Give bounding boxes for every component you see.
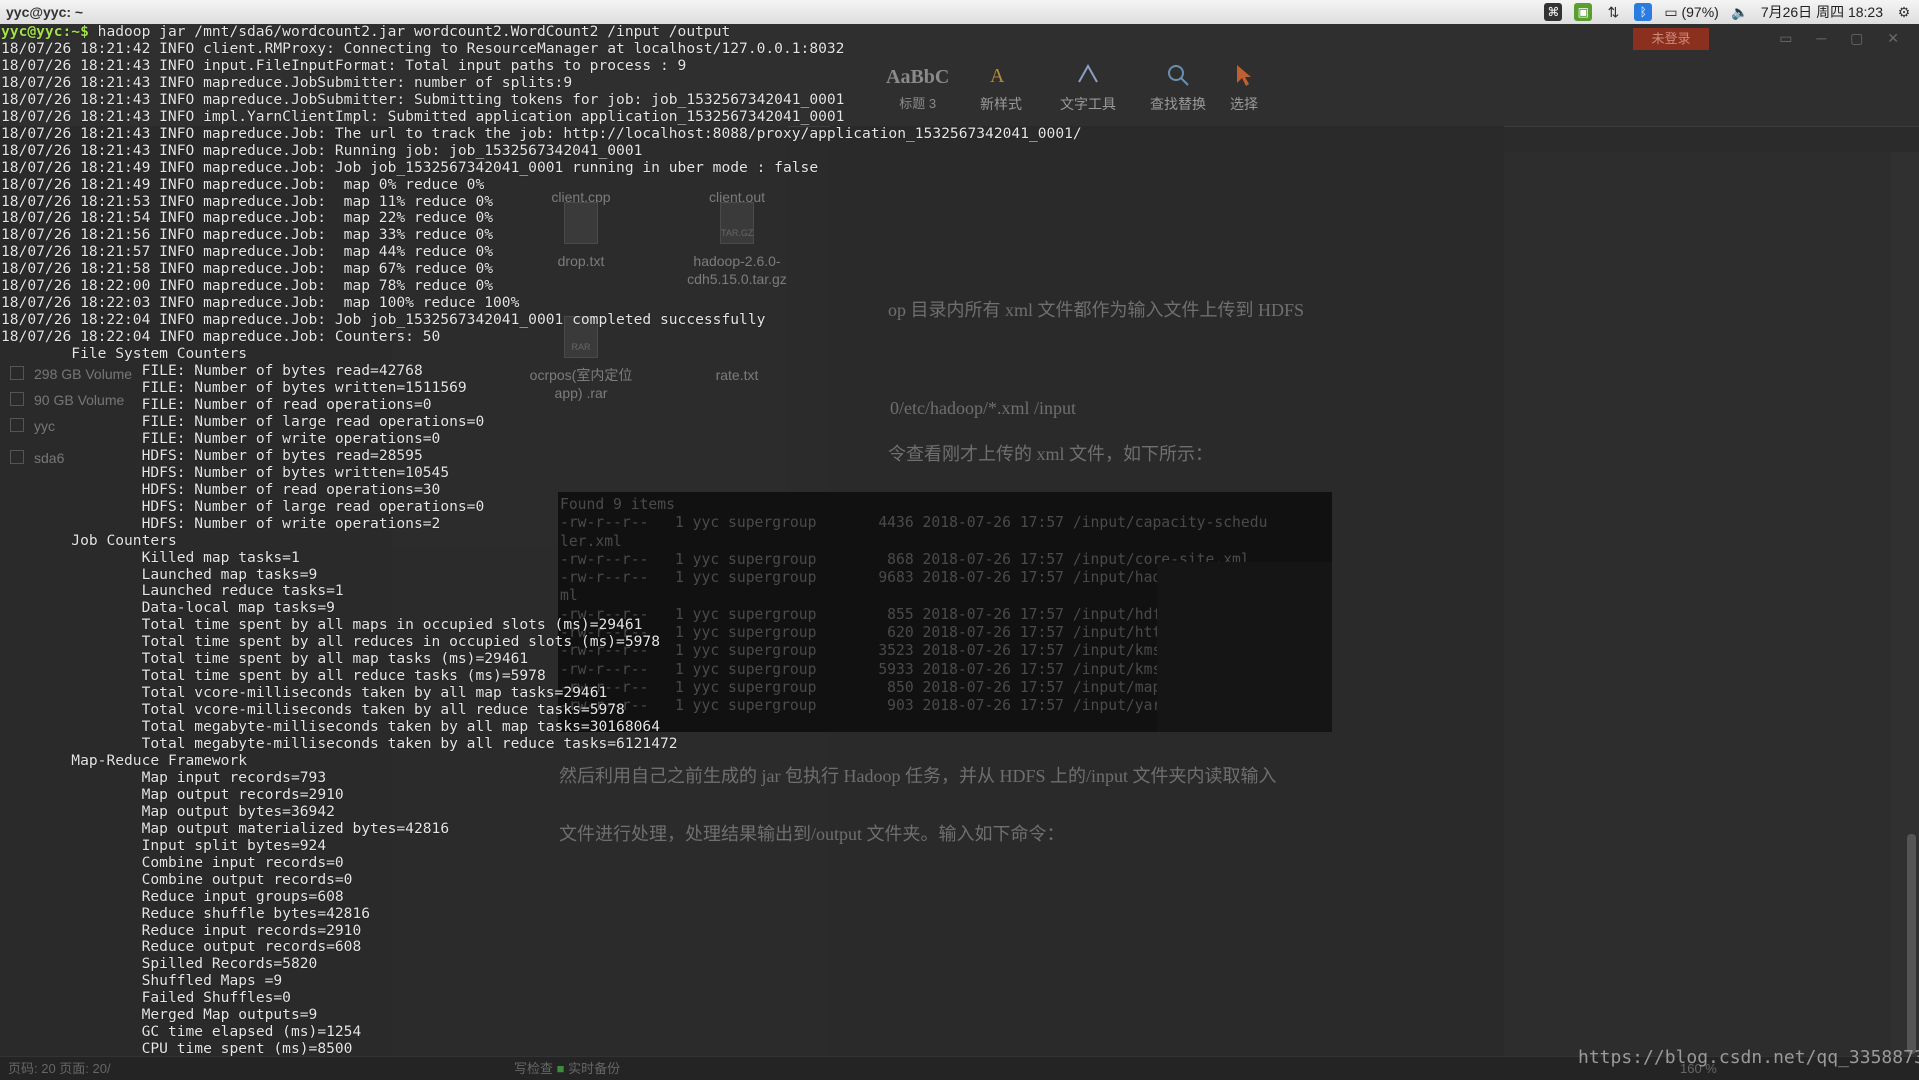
settings-gear-icon[interactable]: ⚙ bbox=[1895, 3, 1913, 21]
watermark: https://blog.csdn.net/qq_33588730 bbox=[1578, 1047, 1919, 1068]
terminal-window[interactable]: yyc@yyc:~$ hadoop jar /mnt/sda6/wordcoun… bbox=[0, 23, 1919, 1079]
page-indicator: 页码: 20 页面: 20/ bbox=[8, 1061, 111, 1076]
backup-dot-icon: ■ bbox=[556, 1061, 565, 1076]
battery-indicator[interactable]: ▭ (97%) bbox=[1664, 0, 1718, 24]
window-title: yyc@yyc: ~ bbox=[6, 4, 84, 20]
keyboard-icon[interactable]: ⌘ bbox=[1544, 3, 1563, 21]
bluetooth-icon[interactable]: ᛒ bbox=[1634, 3, 1653, 21]
spell-check-label[interactable]: 写检查 bbox=[514, 1061, 553, 1076]
system-tray: ⌘ ▣ ⇅ ᛒ ▭ (97%) 🔈 7月26日 周四 18:23 ⚙ bbox=[1544, 0, 1913, 24]
system-top-bar: yyc@yyc: ~ ⌘ ▣ ⇅ ᛒ ▭ (97%) 🔈 7月26日 周四 18… bbox=[0, 0, 1919, 25]
nvidia-icon[interactable]: ▣ bbox=[1574, 3, 1593, 21]
terminal-prompt: yyc@yyc:~$ bbox=[1, 23, 89, 40]
terminal-content[interactable]: yyc@yyc:~$ hadoop jar /mnt/sda6/wordcoun… bbox=[0, 23, 1919, 1075]
battery-percent: (97%) bbox=[1681, 4, 1719, 20]
terminal-output: 18/07/26 18:21:42 INFO client.RMProxy: C… bbox=[1, 39, 1082, 1074]
status-middle: 写检查 ■ 实时备份 bbox=[514, 1057, 620, 1080]
clock[interactable]: 7月26日 周四 18:23 bbox=[1761, 0, 1883, 24]
network-icon[interactable]: ⇅ bbox=[1604, 3, 1622, 21]
battery-icon: ▭ bbox=[1664, 4, 1678, 20]
realtime-backup-label[interactable]: 实时备份 bbox=[568, 1061, 620, 1076]
terminal-command: hadoop jar /mnt/sda6/wordcount2.jar word… bbox=[88, 23, 731, 40]
volume-icon[interactable]: 🔈 bbox=[1731, 3, 1749, 21]
